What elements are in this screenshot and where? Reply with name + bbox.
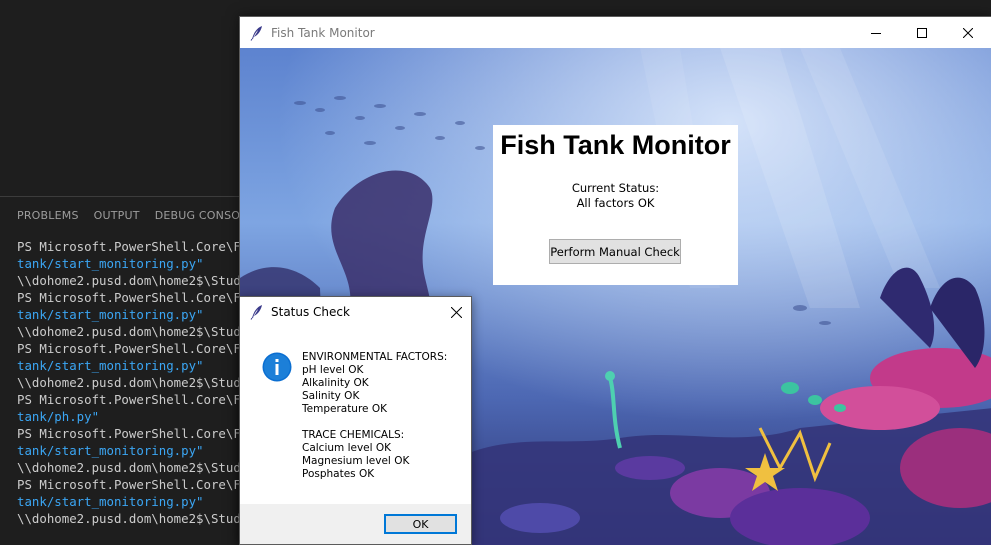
status-value: All factors OK <box>576 196 655 210</box>
feather-icon <box>250 305 262 320</box>
dialog-title: Status Check <box>271 305 350 319</box>
dialog-message-line: Salinity OK <box>302 390 360 402</box>
screen: PROBLEMS OUTPUT DEBUG CONSOLE PS Microso… <box>0 0 991 545</box>
close-icon <box>450 306 462 318</box>
status-text: Current Status: All factors OK <box>493 181 738 211</box>
dialog-message-line: Temperature OK <box>302 403 387 415</box>
maximize-button[interactable] <box>899 17 945 48</box>
feather-icon <box>250 25 262 41</box>
dialog-message-line: ENVIRONMENTAL FACTORS: <box>302 351 448 363</box>
ok-button[interactable]: OK <box>384 514 457 534</box>
window-title: Fish Tank Monitor <box>271 25 375 40</box>
dialog-message-line: Magnesium level OK <box>302 455 410 467</box>
window-controls <box>853 17 991 48</box>
dialog-message: ENVIRONMENTAL FACTORS: pH level OK Alkalin… <box>302 351 447 481</box>
dialog-message-line: pH level OK <box>302 364 364 376</box>
dialog-message-line: Posphates OK <box>302 468 375 480</box>
status-label: Current Status: <box>571 181 660 195</box>
maximize-icon <box>917 27 927 38</box>
tab-output[interactable]: OUTPUT <box>94 209 140 222</box>
status-card: Fish Tank Monitor Current Status: All fa… <box>493 125 738 285</box>
close-button[interactable] <box>945 17 991 48</box>
perform-manual-check-button[interactable]: Perform Manual Check <box>549 239 681 264</box>
tab-problems[interactable]: PROBLEMS <box>17 209 79 222</box>
dialog-close-button[interactable] <box>441 297 471 327</box>
dialog-message-line <box>302 416 447 429</box>
dialog-message-line: Calcium level OK <box>302 442 392 454</box>
info-icon <box>262 352 292 382</box>
dialog-message-line: Alkalinity OK <box>302 377 369 389</box>
dialog-titlebar[interactable]: Status Check <box>240 297 471 327</box>
close-icon <box>963 27 973 38</box>
app-heading: Fish Tank Monitor <box>500 130 731 160</box>
window-titlebar[interactable]: Fish Tank Monitor <box>240 17 991 48</box>
minimize-button[interactable] <box>853 17 899 48</box>
status-check-dialog: Status Check ENVIRONMENTAL FACTORS: pH le… <box>239 296 472 545</box>
panel-tabs: PROBLEMS OUTPUT DEBUG CONSOLE <box>0 197 269 233</box>
dialog-content: ENVIRONMENTAL FACTORS: pH level OK Alkalin… <box>240 327 471 504</box>
dialog-message-line: TRACE CHEMICALS: <box>302 429 405 441</box>
minimize-icon <box>871 32 881 34</box>
